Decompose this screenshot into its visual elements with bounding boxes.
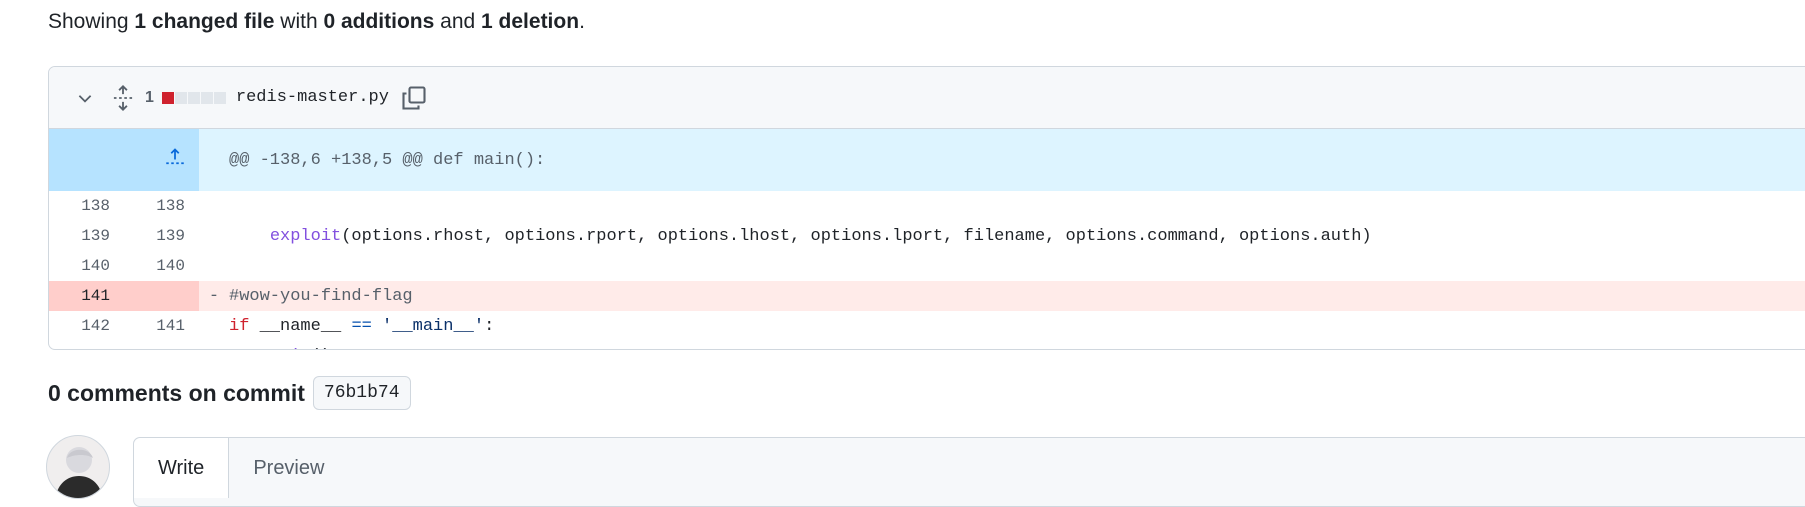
diff-summary: Showing 1 changed file with 0 additions … xyxy=(48,10,585,33)
new-line-number[interactable]: 139 xyxy=(124,221,199,251)
code-line: exploit(options.rhost, options.rport, op… xyxy=(269,226,1372,246)
context-line-row: 142 141 if __name__ == '__main__': xyxy=(49,311,1805,341)
new-line-number[interactable]: 138 xyxy=(124,191,199,221)
context-line-row: 140 140 xyxy=(49,251,1805,281)
diff-marker xyxy=(199,311,229,341)
code-line xyxy=(229,191,1805,221)
code-line xyxy=(229,251,1805,281)
diff-marker: - xyxy=(199,281,229,311)
deleted-line-row: 141 - #wow-you-find-flag xyxy=(49,281,1805,311)
deletions-count: 1 deletion xyxy=(481,10,580,33)
context-line-row: 138 138 xyxy=(49,191,1805,221)
comments-heading: 0 comments on commit 76b1b74 xyxy=(48,376,411,410)
new-line-number[interactable]: 140 xyxy=(124,251,199,281)
tab-write[interactable]: Write xyxy=(134,438,230,498)
old-line-number[interactable]: 143 xyxy=(49,341,124,349)
file-header: 1 redis-master.py xyxy=(49,67,1805,129)
expand-up-icon[interactable] xyxy=(49,129,199,191)
old-line-number[interactable]: 139 xyxy=(49,221,124,251)
avatar[interactable] xyxy=(46,435,110,499)
old-line-number[interactable]: 142 xyxy=(49,311,124,341)
code-line: if __name__ == '__main__': xyxy=(229,316,495,336)
file-name-link[interactable]: redis-master.py xyxy=(236,88,389,107)
chevron-down-icon[interactable] xyxy=(73,86,97,110)
tab-preview[interactable]: Preview xyxy=(229,438,348,498)
new-line-number[interactable]: 142 xyxy=(124,341,199,349)
diffstat-deleted-block xyxy=(161,91,174,104)
file-diff: 1 redis-master.py @@ -138,6 +138,5 @@ de… xyxy=(48,66,1805,350)
diff-marker xyxy=(199,251,229,281)
hunk-header: @@ -138,6 +138,5 @@ def main(): xyxy=(229,129,1805,191)
diff-table: @@ -138,6 +138,5 @@ def main(): 138 138 13… xyxy=(49,129,1805,350)
commit-sha[interactable]: 76b1b74 xyxy=(312,376,411,410)
diffstat-neutral-block xyxy=(213,91,226,104)
new-line-number[interactable] xyxy=(124,281,199,311)
old-line-number[interactable]: 138 xyxy=(49,191,124,221)
code-line: main() xyxy=(229,341,1805,350)
code-line: #wow-you-find-flag xyxy=(229,281,1805,311)
old-line-number[interactable]: 141 xyxy=(49,281,124,311)
diffstat-neutral-block xyxy=(174,91,187,104)
expand-all-icon[interactable] xyxy=(111,84,135,112)
diff-marker xyxy=(199,341,229,349)
hunk-header-row: @@ -138,6 +138,5 @@ def main(): xyxy=(49,129,1805,191)
diffstat-bar xyxy=(161,91,226,104)
change-count: 1 xyxy=(145,88,154,106)
diffstat-neutral-block xyxy=(200,91,213,104)
changed-files-count: 1 changed file xyxy=(134,10,275,33)
diff-marker xyxy=(199,191,229,221)
context-line-row: 139 139 exploit(options.rhost, options.rp… xyxy=(49,221,1805,251)
diffstat-neutral-block xyxy=(187,91,200,104)
context-line-row: 143142 main() xyxy=(49,341,1805,350)
diff-marker xyxy=(199,221,229,251)
new-line-number[interactable]: 141 xyxy=(124,311,199,341)
additions-count: 0 additions xyxy=(323,10,435,33)
copy-icon[interactable] xyxy=(401,85,427,111)
editor-tabs: Write Preview xyxy=(134,438,1805,498)
old-line-number[interactable]: 140 xyxy=(49,251,124,281)
